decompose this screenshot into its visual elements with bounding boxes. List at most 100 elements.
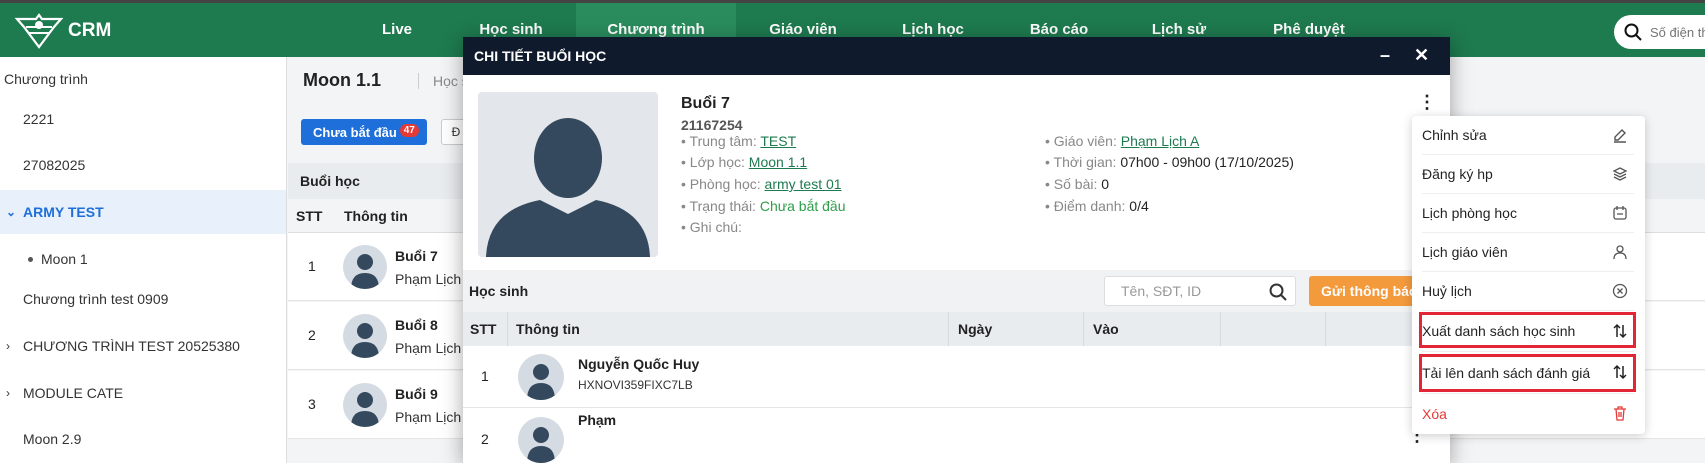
edit-icon (1614, 129, 1626, 143)
nav-live[interactable]: Live (362, 3, 432, 57)
menu-item-label: Lịch giáo viên (1422, 244, 1508, 260)
info-note: • Ghi chú: (681, 219, 742, 235)
sidebar-item-module-cate[interactable]: › MODULE CATE (0, 371, 286, 415)
highlight-box (1419, 312, 1636, 348)
sidebar-item-moon-2-9[interactable]: Moon 2.9 (0, 417, 286, 461)
students-toolbar: Học sinh Tên, SĐT, ID Gửi thông báo (463, 270, 1450, 312)
info-time: • Thời gian: 07h00 - 09h00 (17/10/2025) (1045, 154, 1294, 170)
class-link[interactable]: Moon 1.1 (749, 154, 807, 170)
calendar-icon (1613, 206, 1627, 220)
session-id: 21167254 (681, 117, 743, 133)
students-label: Học sinh (469, 283, 529, 299)
session-teacher: Phạm Lịch A (395, 340, 474, 356)
status-filter-button[interactable]: Chưa bắt đầu 47 (301, 119, 427, 145)
menu-item-cancel-schedule[interactable]: Huỷ lịch (1422, 272, 1634, 311)
chevron-down-icon: ⌄ (6, 205, 17, 219)
col-stt: STT (296, 208, 323, 224)
session-title: Buổi 7 (681, 95, 730, 112)
session-photo-placeholder (478, 92, 658, 257)
students-table-header: STT Thông tin Ngày Vào (463, 312, 1450, 346)
info-status: • Trạng thái: Chưa bắt đầu (681, 198, 846, 214)
info-label: Ghi chú: (689, 219, 742, 235)
sidebar-item-label: Chương trình test 0909 (23, 291, 169, 307)
layers-icon (1612, 167, 1628, 181)
info-label: Điểm danh: (1053, 198, 1126, 214)
cancel-circle-icon (1612, 283, 1628, 299)
bullet-icon (28, 256, 33, 262)
sidebar-item-moon-1[interactable]: Moon 1 (0, 237, 286, 281)
col-info: Thông tin (344, 208, 408, 224)
info-label: Trung tâm: (689, 133, 757, 149)
menu-item-register-course[interactable]: Đăng ký hp (1422, 155, 1634, 194)
session-teacher: Phạm Lịch A (395, 271, 474, 287)
sidebar-item-label: 27082025 (23, 157, 86, 173)
student-search-placeholder: Tên, SĐT, ID (1121, 283, 1202, 299)
page-title: Moon 1.1 (303, 70, 382, 90)
student-row[interactable]: 2 Phạm ⋮ (463, 409, 1450, 463)
more-options-icon[interactable]: ⋮ (1418, 92, 1436, 113)
row-stt: 2 (308, 327, 316, 343)
minimize-icon[interactable]: – (1380, 45, 1390, 66)
teacher-link[interactable]: Phạm Lịch A (1121, 133, 1200, 149)
chevron-right-icon: › (6, 386, 10, 400)
column-divider (1083, 312, 1084, 346)
session-teacher: Phạm Lịch A (395, 409, 474, 425)
info-class: • Lớp học: Moon 1.1 (681, 154, 808, 170)
attendance-value: 0/4 (1129, 198, 1149, 214)
sidebar-item-label: ARMY TEST (23, 204, 104, 220)
column-divider (1220, 312, 1221, 346)
session-name: Buổi 8 (395, 317, 438, 333)
session-name: Buổi 7 (395, 248, 438, 264)
avatar (343, 383, 387, 427)
row-stt: 3 (308, 396, 316, 412)
student-search-input[interactable]: Tên, SĐT, ID (1104, 276, 1296, 306)
menu-item-label: Lịch phòng học (1422, 205, 1517, 221)
center-link[interactable]: TEST (760, 133, 796, 149)
info-label: Phòng học: (689, 176, 761, 192)
col-info: Thông tin (516, 321, 580, 337)
close-icon[interactable]: ✕ (1414, 45, 1429, 66)
avatar (518, 354, 564, 400)
info-label: Số bài: (1053, 176, 1098, 192)
menu-item-teacher-schedule[interactable]: Lịch giáo viên (1422, 233, 1634, 272)
highlight-box (1419, 354, 1636, 392)
menu-item-label: Chỉnh sửa (1422, 127, 1487, 143)
sidebar-item-program-test-0909[interactable]: Chương trình test 0909 (0, 277, 286, 321)
sidebar-item-2221[interactable]: 2221 (0, 97, 286, 141)
info-center: • Trung tâm: TEST (681, 133, 797, 149)
info-teacher: • Giáo viên: Phạm Lịch A (1045, 133, 1200, 149)
app-logo[interactable]: CRM (14, 13, 111, 49)
row-stt: 2 (481, 431, 489, 447)
count-badge: 47 (399, 124, 419, 137)
sidebar-item-army-test[interactable]: ⌄ ARMY TEST (0, 190, 286, 234)
search-input[interactable] (1650, 24, 1705, 40)
logo-emblem-icon (14, 13, 64, 49)
search-icon (1624, 23, 1642, 41)
logo-text: CRM (68, 20, 112, 41)
menu-item-delete[interactable]: Xóa (1422, 394, 1634, 433)
status-filter-label: Chưa bắt đầu (313, 124, 397, 140)
column-divider (507, 312, 508, 346)
student-row[interactable]: 1 Nguyễn Quốc Huy HXNOVI359FIXC7LB ⋮ (463, 346, 1450, 408)
menu-item-edit[interactable]: Chỉnh sửa (1422, 116, 1634, 155)
sidebar-item-program-test-20525380[interactable]: › CHƯƠNG TRÌNH TEST 20525380 (0, 324, 286, 368)
room-link[interactable]: army test 01 (765, 176, 842, 192)
col-in: Vào (1093, 321, 1119, 337)
sidebar-item-label: MODULE CATE (23, 385, 124, 401)
menu-item-room-schedule[interactable]: Lịch phòng học (1422, 194, 1634, 233)
person-silhouette-icon (486, 118, 650, 257)
column-divider (948, 312, 949, 346)
student-name: Nguyễn Quốc Huy (578, 356, 700, 372)
user-icon (1613, 245, 1627, 260)
student-code: HXNOVI359FIXC7LB (578, 378, 693, 392)
search-icon (1269, 283, 1287, 301)
sidebar-item-label: 2221 (23, 111, 55, 127)
sidebar-item-label: CHƯƠNG TRÌNH TEST 20525380 (23, 338, 240, 354)
global-search[interactable] (1614, 15, 1705, 49)
avatar (343, 314, 387, 358)
time-value: 07h00 - 09h00 (17/10/2025) (1120, 154, 1294, 170)
sidebar-title: Chương trình (4, 71, 88, 87)
sidebar-item-27082025[interactable]: 27082025 (0, 143, 286, 187)
info-attendance: • Điểm danh: 0/4 (1045, 198, 1149, 214)
info-label: Thời gian: (1053, 154, 1117, 170)
